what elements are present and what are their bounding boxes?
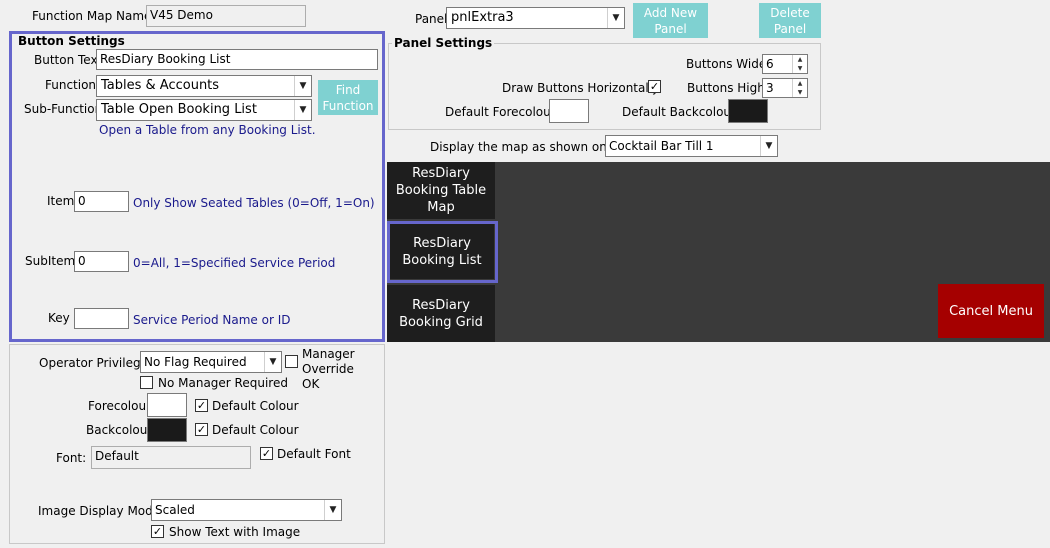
default-backcolour-panel-label: Default Backcolour: [622, 105, 736, 119]
manager-override-checkbox[interactable]: [285, 355, 298, 368]
image-display-mode-label: Image Display Mode:: [38, 504, 165, 518]
chevron-down-icon: ▼: [294, 100, 311, 120]
manager-override-label: Manager Override OK: [302, 347, 355, 391]
subfunction-select-value: Table Open Booking List: [101, 102, 257, 117]
default-forecolour-label: Default Colour: [212, 399, 299, 413]
operator-privilege-select[interactable]: No Flag Required ▼: [140, 351, 282, 373]
function-select-value: Tables & Accounts: [101, 78, 220, 93]
panel-backcolour-swatch[interactable]: [728, 99, 768, 123]
subfunction-label: Sub-Function: [24, 102, 103, 116]
buttons-high-spinner[interactable]: 3 ▲ ▼: [762, 78, 808, 98]
preview-tile-booking-grid[interactable]: ResDiary Booking Grid: [387, 285, 495, 342]
buttons-wide-value: 6: [766, 57, 774, 71]
key-description: Service Period Name or ID: [133, 313, 291, 327]
subitem-label: SubItem: [25, 254, 76, 268]
default-backcolour-label: Default Colour: [212, 423, 299, 437]
chevron-down-icon: ▼: [294, 76, 311, 96]
item-input[interactable]: 0: [74, 191, 129, 212]
panel-select[interactable]: pnlExtra3 ▼: [446, 7, 625, 29]
backcolour-label: Backcolour: [86, 423, 153, 437]
buttons-wide-label: Buttons Wide:: [686, 57, 771, 71]
subitem-description: 0=All, 1=Specified Service Period: [133, 256, 336, 270]
preview-tile-booking-table-map[interactable]: ResDiary Booking Table Map: [387, 162, 495, 219]
find-function-button[interactable]: Find Function: [318, 80, 378, 115]
function-select[interactable]: Tables & Accounts ▼: [96, 75, 312, 97]
default-forecolour-checkbox[interactable]: ✓: [195, 399, 208, 412]
default-forecolour-panel-label: Default Forecolour: [445, 105, 556, 119]
delete-panel-button[interactable]: Delete Panel: [759, 3, 821, 38]
draw-horizontal-label: Draw Buttons Horizontally:: [502, 81, 663, 95]
font-label: Font:: [56, 451, 87, 465]
item-label: Item: [47, 194, 75, 208]
chevron-down-icon: ▼: [324, 500, 341, 520]
show-text-label: Show Text with Image: [169, 525, 301, 539]
map-name-field[interactable]: V45 Demo: [146, 5, 306, 27]
backcolour-swatch[interactable]: [147, 418, 187, 442]
operator-privilege-label: Operator Privilege:: [39, 356, 153, 370]
forecolour-label: Forecolour: [88, 399, 152, 413]
button-text-input[interactable]: ResDiary Booking List: [96, 49, 378, 70]
show-text-checkbox[interactable]: ✓: [151, 525, 164, 538]
chevron-down-icon: ▼: [760, 136, 777, 156]
display-map-value: Cocktail Bar Till 1: [609, 139, 714, 153]
default-font-label: Default Font: [277, 447, 351, 461]
key-input[interactable]: [74, 308, 129, 329]
default-font-checkbox[interactable]: ✓: [260, 447, 273, 460]
cancel-menu-button[interactable]: Cancel Menu: [938, 284, 1044, 338]
no-manager-checkbox[interactable]: [140, 376, 153, 389]
subfunction-description: Open a Table from any Booking List.: [99, 123, 316, 137]
item-description: Only Show Seated Tables (0=Off, 1=On): [133, 196, 375, 210]
operator-privilege-value: No Flag Required: [144, 355, 247, 369]
draw-horizontal-checkbox[interactable]: ✓: [648, 80, 661, 93]
function-label: Function: [45, 78, 97, 92]
no-manager-label: No Manager Required: [158, 376, 288, 390]
font-field[interactable]: Default: [91, 446, 251, 469]
map-name-label: Function Map Name:: [32, 9, 156, 23]
chevron-down-icon: ▼: [264, 352, 281, 372]
chevron-down-icon: ▼: [607, 8, 624, 28]
panel-select-value: pnlExtra3: [451, 10, 514, 25]
button-text-label: Button Text: [34, 53, 103, 67]
buttons-high-label: Buttons High:: [687, 81, 769, 95]
key-label: Key: [48, 311, 70, 325]
spinner-arrows-icon[interactable]: ▲ ▼: [792, 55, 807, 73]
button-settings-title: Button Settings: [16, 34, 127, 48]
panel-forecolour-swatch[interactable]: [549, 99, 589, 123]
selected-tile-outline: [387, 221, 498, 283]
forecolour-swatch[interactable]: [147, 393, 187, 417]
subfunction-select[interactable]: Table Open Booking List ▼: [96, 99, 312, 121]
buttons-high-value: 3: [766, 81, 774, 95]
spinner-arrows-icon[interactable]: ▲ ▼: [792, 79, 807, 97]
panel-settings-title: Panel Settings: [392, 36, 495, 50]
buttons-wide-spinner[interactable]: 6 ▲ ▼: [762, 54, 808, 74]
add-new-panel-button[interactable]: Add New Panel: [633, 3, 708, 38]
image-display-mode-value: Scaled: [155, 503, 195, 517]
display-map-label: Display the map as shown on till:: [430, 140, 630, 154]
panel-label: Panel: [415, 12, 448, 26]
image-display-mode-select[interactable]: Scaled ▼: [151, 499, 342, 521]
default-backcolour-checkbox[interactable]: ✓: [195, 423, 208, 436]
subitem-input[interactable]: 0: [74, 251, 129, 272]
display-map-select[interactable]: Cocktail Bar Till 1 ▼: [605, 135, 778, 157]
